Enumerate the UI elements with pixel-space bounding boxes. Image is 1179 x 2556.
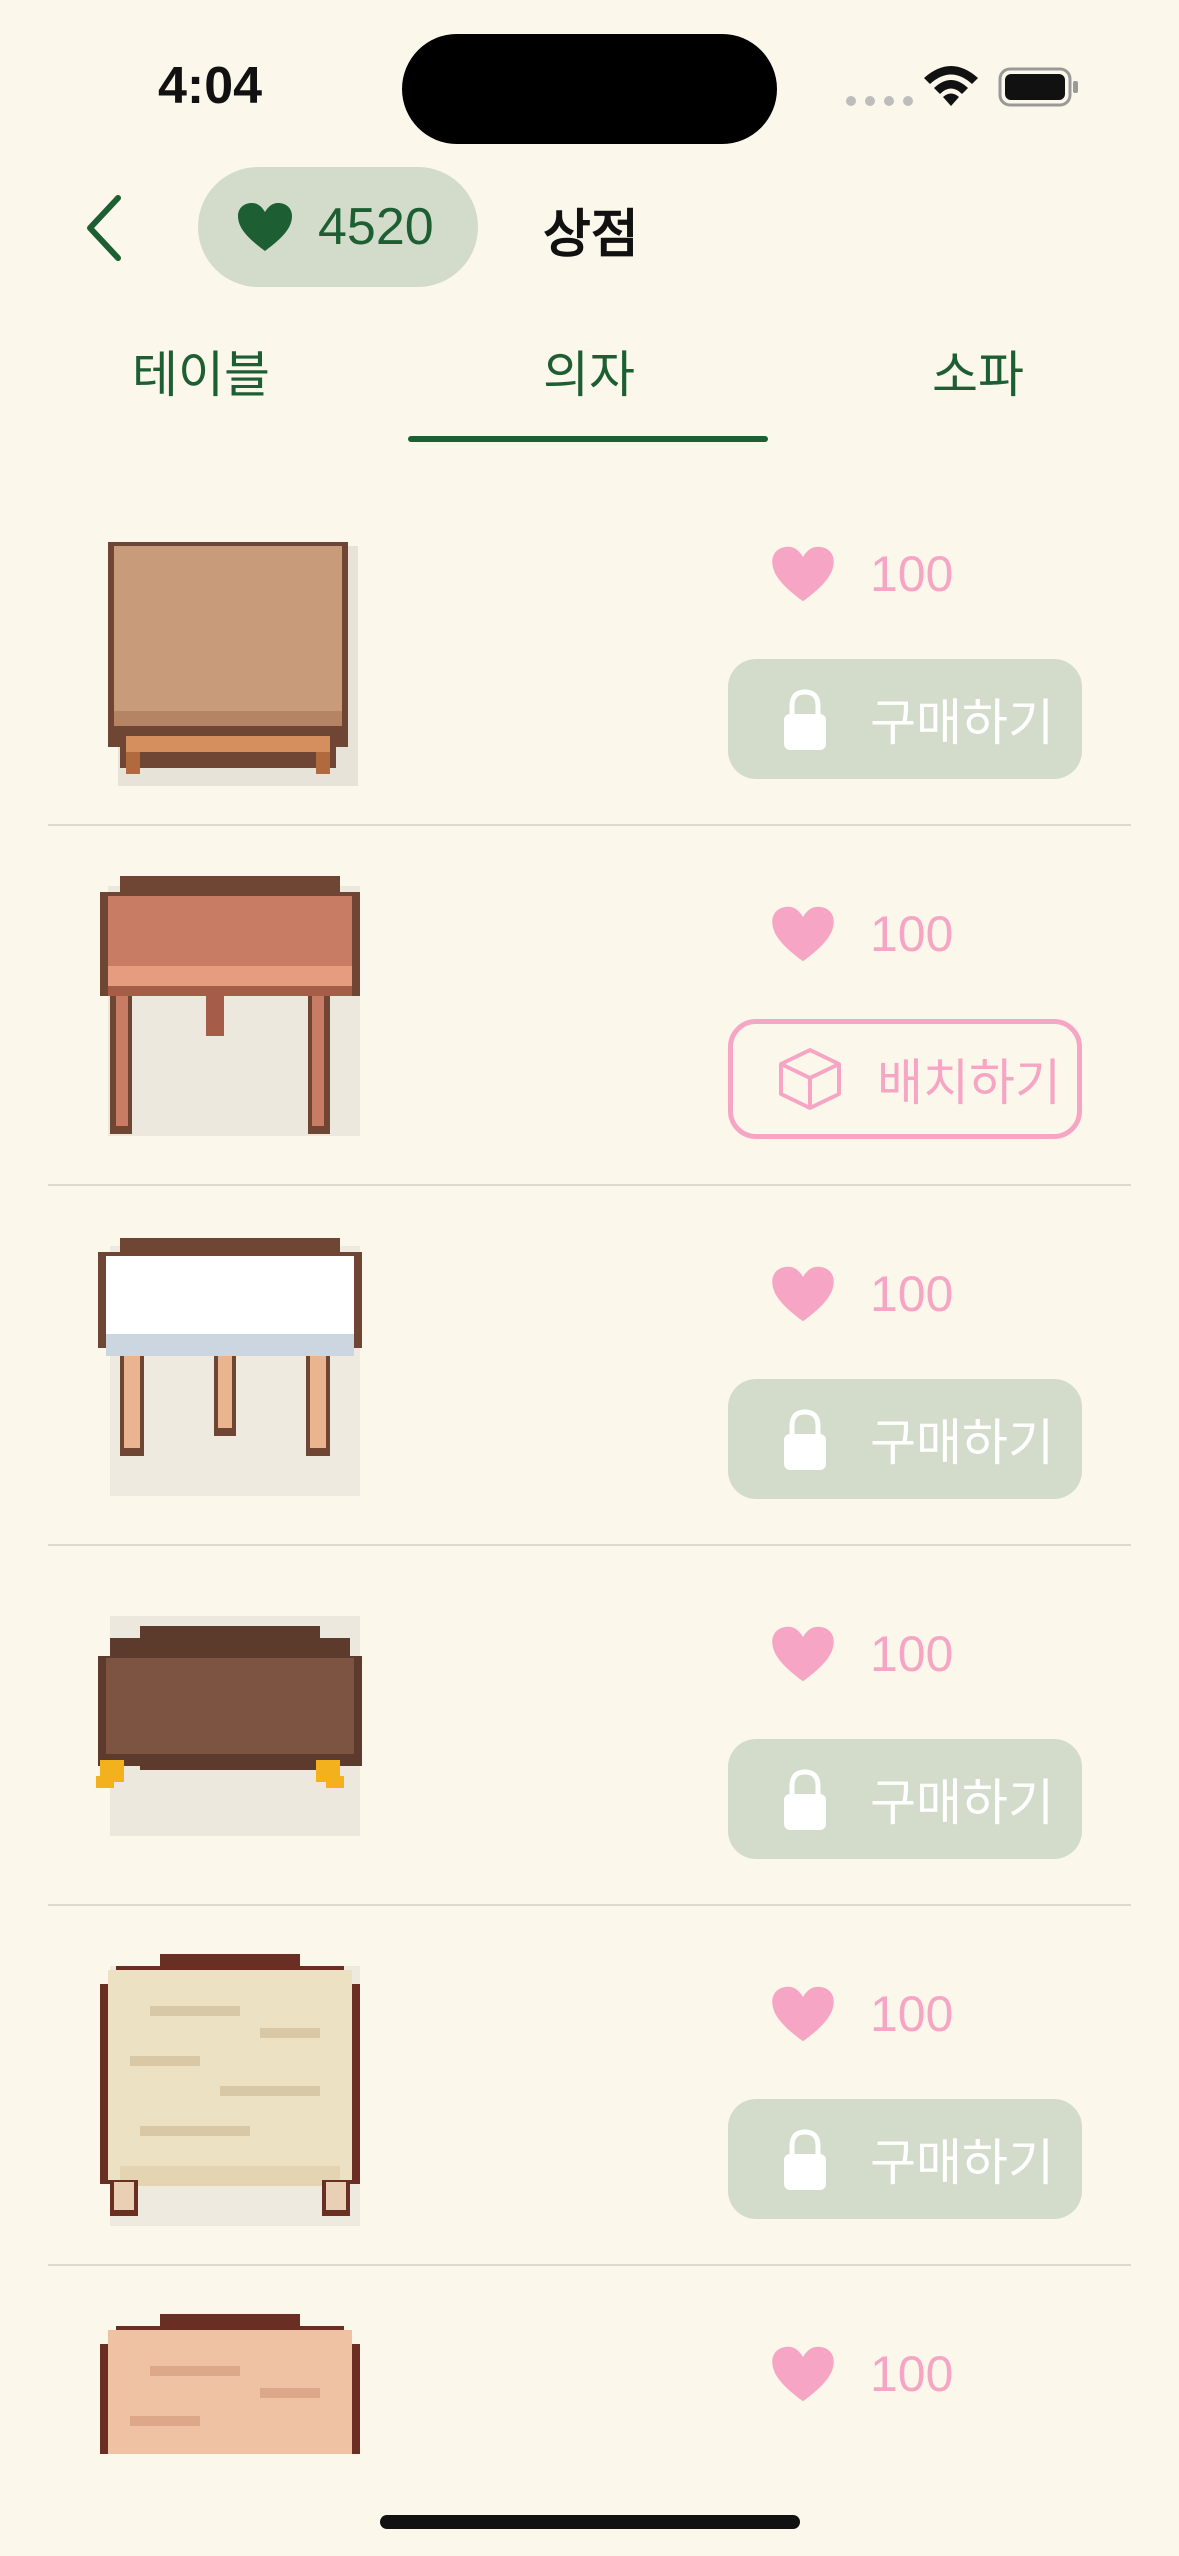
battery-icon	[998, 67, 1078, 107]
heart-icon	[772, 1266, 834, 1322]
price-value: 100	[870, 2346, 954, 2402]
home-indicator[interactable]	[380, 2515, 800, 2529]
item-price: 100	[770, 1984, 953, 2044]
price-value: 100	[870, 1626, 954, 1682]
list-item: 100 구매하기	[0, 466, 1179, 826]
lock-icon	[784, 2129, 826, 2190]
place-button[interactable]: 배치하기	[728, 1019, 1082, 1139]
price-value: 100	[870, 906, 954, 962]
heart-icon	[772, 546, 834, 602]
tab-chair[interactable]: 의자	[543, 335, 635, 407]
item-image	[98, 1238, 362, 1496]
item-price: 100	[770, 544, 953, 604]
list-item: 100 구매하기	[0, 1906, 1179, 2266]
item-image	[96, 1616, 362, 1836]
signal-icon	[846, 96, 913, 106]
heart-icon	[238, 203, 292, 251]
lock-icon	[784, 1769, 826, 1830]
tab-sofa[interactable]: 소파	[932, 335, 1024, 407]
heart-icon	[772, 2346, 834, 2402]
cube-icon	[779, 1048, 841, 1110]
wifi-icon	[924, 66, 978, 106]
list-item: 100 구매하기	[0, 1546, 1179, 1906]
price-value: 100	[870, 1986, 954, 2042]
place-button-label: 배치하기	[877, 1054, 1061, 1112]
item-price: 100	[770, 2344, 953, 2404]
item-price: 100	[770, 904, 953, 964]
item-image	[100, 1954, 360, 2226]
buy-button-label: 구매하기	[870, 694, 1054, 752]
tab-selected-indicator	[408, 436, 768, 442]
coin-balance: 4520	[198, 167, 478, 287]
heart-icon	[772, 1986, 834, 2042]
buy-button-label: 구매하기	[870, 1774, 1054, 1832]
lock-icon	[784, 689, 826, 750]
list-item: 100 배치하기	[0, 826, 1179, 1186]
price-value: 100	[870, 1266, 954, 1322]
buy-button[interactable]: 구매하기	[728, 2099, 1082, 2219]
item-image	[100, 2314, 360, 2454]
lock-icon	[784, 1409, 826, 1470]
buy-button[interactable]: 구매하기	[728, 1379, 1082, 1499]
buy-button[interactable]: 구매하기	[728, 659, 1082, 779]
item-price: 100	[770, 1624, 953, 1684]
list-item: 100 구매하기	[0, 1186, 1179, 1546]
coin-count: 4520	[318, 198, 434, 256]
list-item: 100	[0, 2266, 1179, 2454]
buy-button-label: 구매하기	[870, 1414, 1054, 1472]
page-title: 상점	[543, 205, 639, 265]
dynamic-island	[402, 34, 777, 144]
status-time: 4:04	[158, 57, 263, 115]
buy-button[interactable]: 구매하기	[728, 1739, 1082, 1859]
heart-icon	[772, 906, 834, 962]
item-image	[108, 542, 358, 786]
buy-button-label: 구매하기	[870, 2134, 1054, 2192]
price-value: 100	[870, 546, 954, 602]
item-price: 100	[770, 1264, 953, 1324]
back-button[interactable]	[78, 190, 134, 266]
item-image	[100, 876, 360, 1136]
tab-table[interactable]: 테이블	[132, 335, 270, 407]
heart-icon	[772, 1626, 834, 1682]
item-list[interactable]: 100 구매하기 100 배치하기 100 구매하기 100 구매하기 100 …	[0, 466, 1179, 2454]
